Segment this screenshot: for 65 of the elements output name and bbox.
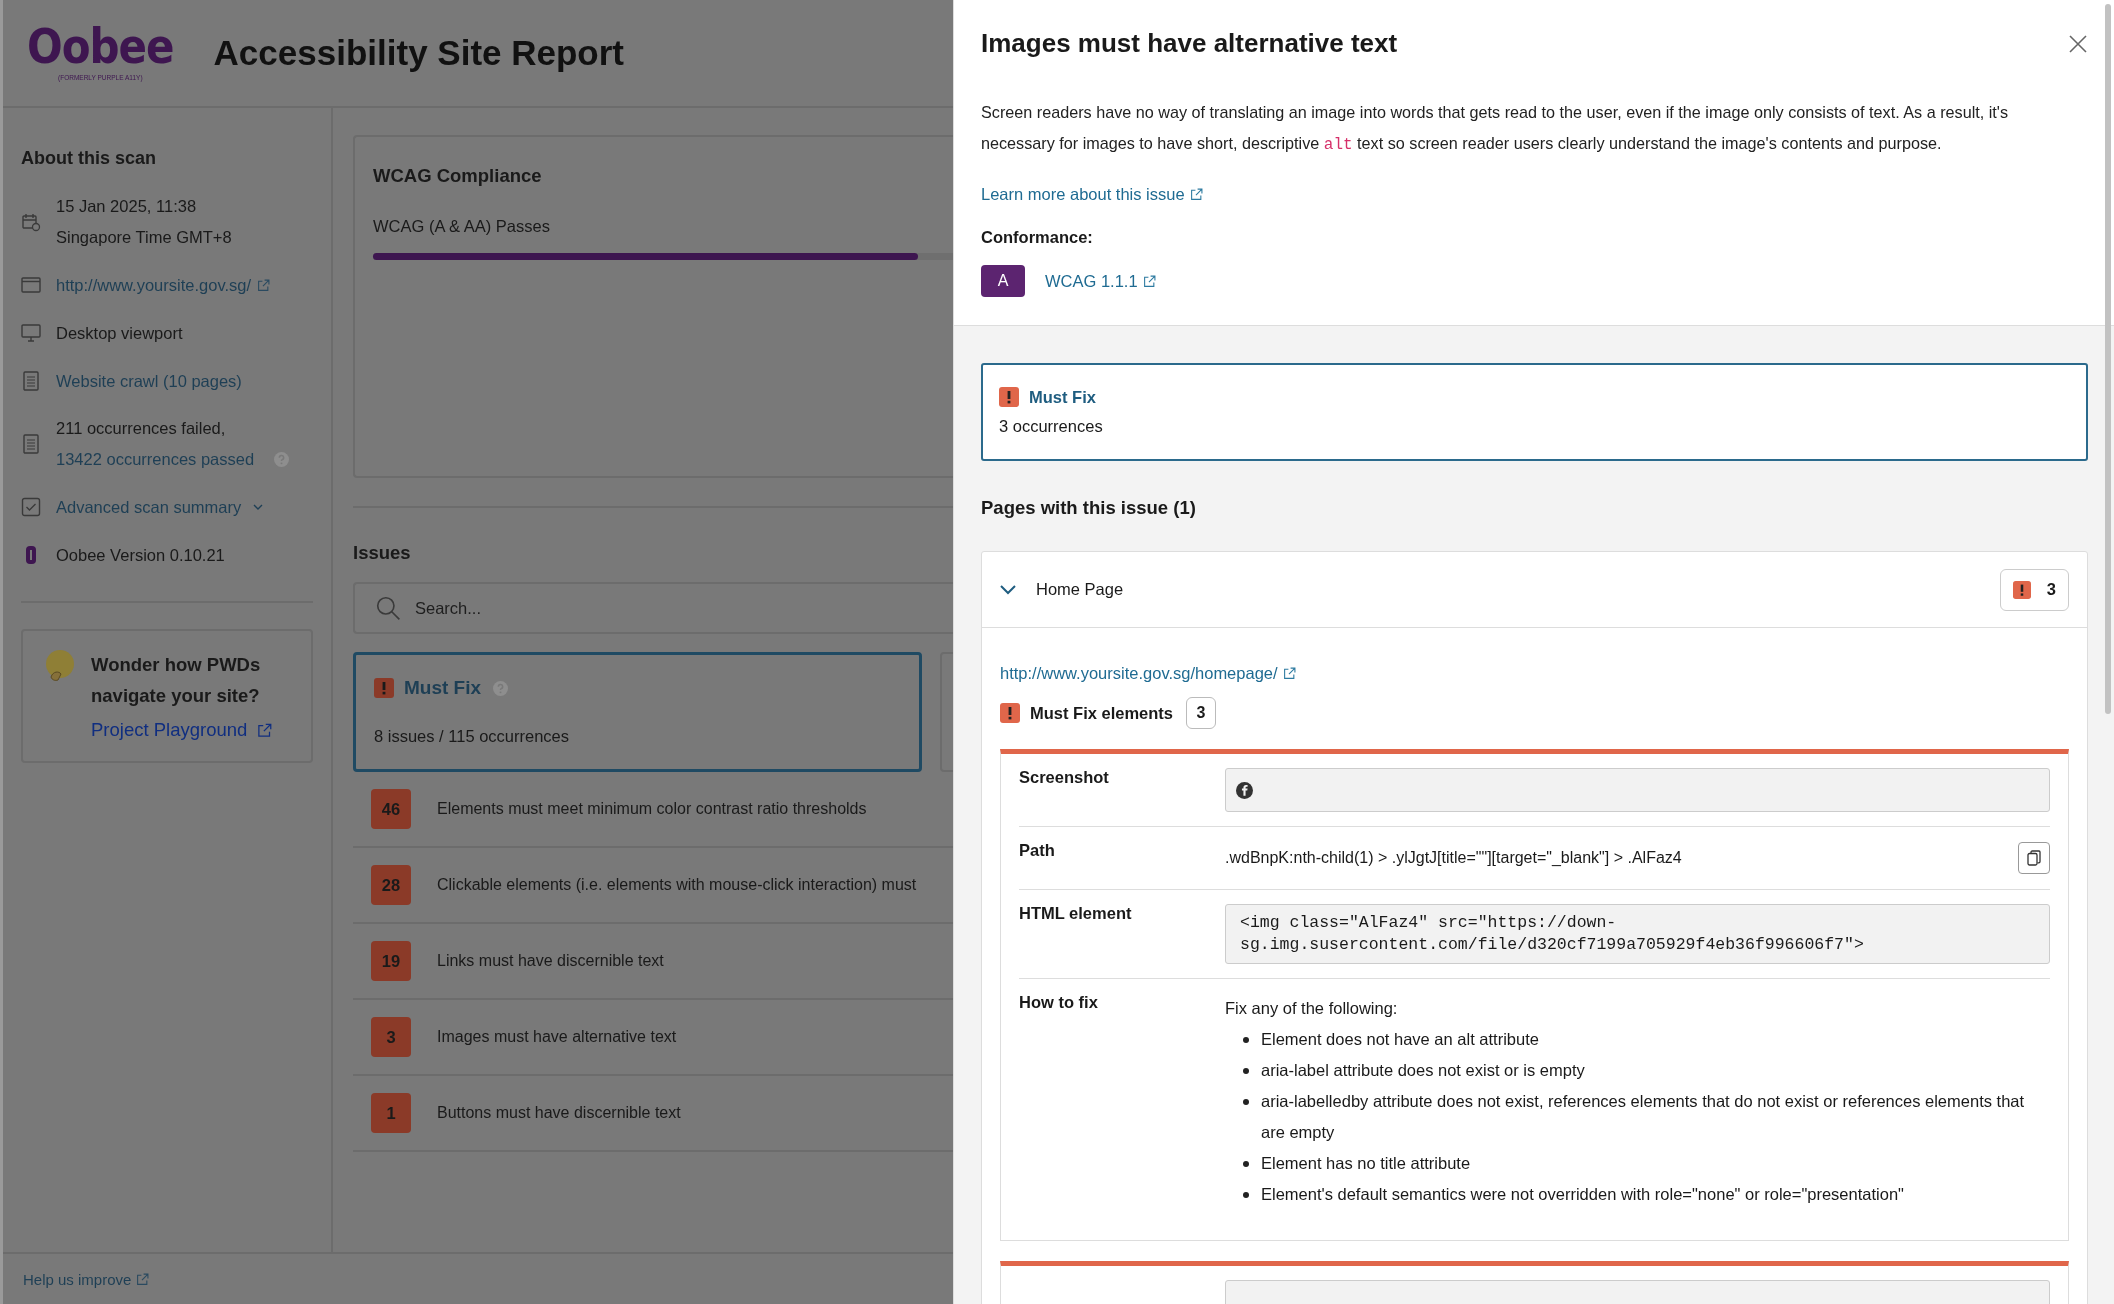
count-badge: 3 bbox=[371, 1017, 411, 1057]
category-summary: 8 issues / 115 occurrences bbox=[374, 727, 571, 746]
section-heading: Pages with this issue (1) bbox=[981, 497, 1197, 519]
card-heading: WCAG Compliance bbox=[373, 165, 543, 187]
issue-title: Images must have alternative text bbox=[437, 1028, 677, 1046]
sidebar-text: Desktop viewport bbox=[56, 323, 183, 343]
page-title: Accessibility Site Report bbox=[213, 33, 624, 73]
section-heading: Issues bbox=[353, 542, 412, 564]
issue-title: Elements must meet minimum color contrast ratio thresholds bbox=[437, 800, 867, 818]
fix-item: Element does not have an alt attribute bbox=[1261, 1029, 1539, 1050]
page-url-link[interactable]: http://www.yoursite.gov.sg/homepage/ bbox=[1000, 664, 1278, 683]
count-text: 3 bbox=[2046, 580, 2056, 599]
logo: Oobee bbox=[27, 22, 174, 71]
issue-row[interactable]: 28 Clickable elements (i.e. elements with mouse-click interaction) must bbox=[353, 848, 953, 924]
sidebar-link[interactable]: Website crawl (10 pages) bbox=[56, 371, 242, 391]
progress-label: WCAG (A & AA) Passes bbox=[373, 217, 551, 236]
level-badge: A bbox=[981, 265, 1025, 297]
category-card[interactable]: Must Fix 8 issues / 115 occurrences bbox=[353, 652, 922, 772]
issue-row[interactable]: 1 Buttons must have discernible text bbox=[353, 1076, 953, 1152]
category-title: Must Fix bbox=[404, 677, 482, 699]
field-label: How to fix bbox=[1019, 993, 1098, 1011]
sidebar-link[interactable]: Advanced scan summary bbox=[56, 497, 242, 517]
project-playground-link[interactable]: Project Playground bbox=[91, 719, 248, 741]
elements-label: Must Fix elements bbox=[1030, 703, 1174, 723]
sidebar-text: Singapore Time GMT+8 bbox=[56, 228, 232, 247]
sidebar-link[interactable]: http://www.yoursite.gov.sg/ bbox=[56, 275, 252, 295]
field-label: HTML element bbox=[1019, 904, 1132, 922]
sidebar-text: Oobee Version 0.10.21 bbox=[56, 545, 225, 565]
sidebar-text: 211 occurrences failed, bbox=[56, 419, 226, 438]
sidebar-link[interactable]: 13422 occurrences passed bbox=[56, 450, 255, 469]
html-code: <img class="AlFaz4" src="https://down-sg.img.susercontent.com/file/d320cf7199a705929f4eb36f996606f7"> bbox=[1225, 904, 2050, 964]
element-path: .wdBnpK:nth-child(1) > .ylJgtJ[title=""][target="_blank"] > .AlFaz4 bbox=[1225, 849, 1682, 867]
conformance-label: Conformance: bbox=[981, 228, 1094, 247]
drawer-title: Images must have alternative text bbox=[981, 28, 1398, 59]
learn-more-link[interactable]: Learn more about this issue bbox=[981, 185, 1185, 204]
issue-title: Buttons must have discernible text bbox=[437, 1104, 681, 1122]
count-badge: 46 bbox=[371, 789, 411, 829]
fix-item: aria-labelledby attribute does not exist, references elements that do not exist or references elements that are empty bbox=[1261, 1091, 2026, 1143]
issue-row[interactable]: 3 Images must have alternative text bbox=[353, 1000, 953, 1076]
count-badge: 28 bbox=[371, 865, 411, 905]
count-badge: 19 bbox=[371, 941, 411, 981]
page-name: Home Page bbox=[1036, 580, 1125, 599]
search-field[interactable]: Search... bbox=[353, 582, 953, 634]
help-us-improve-link[interactable]: Help us improve bbox=[23, 1270, 132, 1288]
fix-item: Element has no title attribute bbox=[1261, 1153, 1471, 1174]
occurrence-count: 3 occurrences bbox=[999, 417, 1104, 436]
sidebar-heading: About this scan bbox=[21, 148, 157, 169]
search-input[interactable]: Search... bbox=[413, 587, 953, 629]
fix-item: Element's default semantics were not overridden with role="none" or role="presentation" bbox=[1261, 1184, 1904, 1205]
issue-row[interactable]: 19 Links must have discernible text bbox=[353, 924, 953, 1000]
count-badge: 1 bbox=[371, 1093, 411, 1133]
issue-title: Links must have discernible text bbox=[437, 952, 664, 970]
wcag-link[interactable]: WCAG 1.1.1 bbox=[1045, 271, 1138, 291]
fix-item: aria-label attribute does not exist or is empty bbox=[1261, 1060, 1585, 1081]
accordion-header[interactable]: Home Page 3 bbox=[982, 552, 2087, 628]
promo-text: Wonder how PWDs navigate your site? bbox=[91, 653, 262, 708]
field-label: Path bbox=[1019, 841, 1055, 859]
sidebar-text: 15 Jan 2025, 11:38 bbox=[56, 197, 197, 216]
issue-title: Clickable elements (i.e. elements with mouse-click interaction) must bbox=[437, 876, 917, 894]
count-badge: 3 bbox=[1186, 697, 1217, 729]
issue-description: Screen readers have no way of translating an image into words that gets read to the user, even if the image only consists of text. As a result, it's necessary for images to have short, descriptive alt text so screen reader users clearly understand the image's contents and purpose. bbox=[981, 102, 2010, 156]
issue-row[interactable]: 46 Elements must meet minimum color contrast ratio thresholds bbox=[353, 772, 953, 848]
severity-title: Must Fix bbox=[1029, 387, 1096, 407]
field-label: Screenshot bbox=[1019, 768, 1109, 786]
fix-intro: Fix any of the following: bbox=[1225, 998, 1399, 1019]
